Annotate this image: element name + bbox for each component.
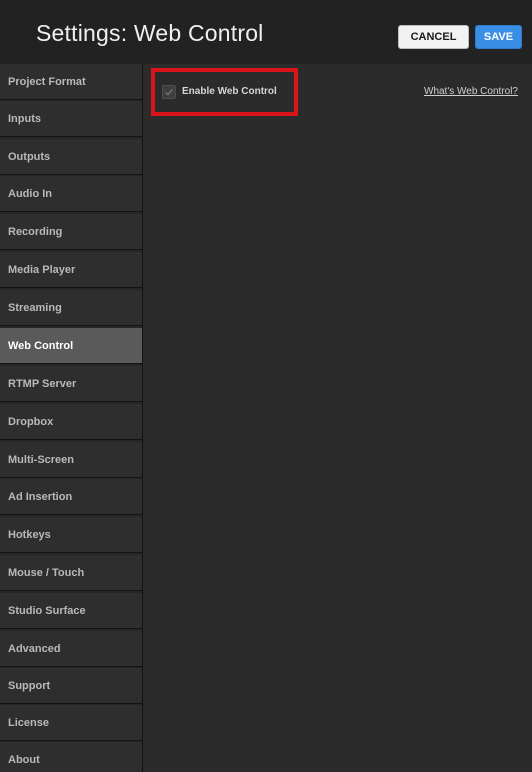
sidebar-item-license[interactable]: License	[0, 705, 142, 741]
page-title: Settings: Web Control	[36, 20, 264, 46]
sidebar-item-mouse-touch[interactable]: Mouse / Touch	[0, 555, 142, 591]
settings-window: Settings: Web Control CANCEL SAVE Projec…	[0, 0, 532, 772]
sidebar-item-project-format[interactable]: Project Format	[0, 64, 142, 100]
settings-sidebar: Project Format Inputs Outputs Audio In R…	[0, 64, 143, 772]
sidebar-item-inputs[interactable]: Inputs	[0, 101, 142, 137]
sidebar-item-web-control[interactable]: Web Control	[0, 328, 142, 364]
sidebar-item-multi-screen[interactable]: Multi-Screen	[0, 442, 142, 478]
settings-content	[143, 64, 532, 772]
cancel-button[interactable]: CANCEL	[398, 25, 469, 49]
settings-header: Settings: Web Control CANCEL SAVE	[0, 0, 532, 64]
checkmark-icon	[164, 88, 174, 96]
sidebar-item-audio-in[interactable]: Audio In	[0, 176, 142, 212]
sidebar-item-dropbox[interactable]: Dropbox	[0, 404, 142, 440]
sidebar-item-ad-insertion[interactable]: Ad Insertion	[0, 479, 142, 515]
sidebar-item-recording[interactable]: Recording	[0, 214, 142, 250]
sidebar-item-streaming[interactable]: Streaming	[0, 290, 142, 326]
sidebar-item-rtmp-server[interactable]: RTMP Server	[0, 366, 142, 402]
sidebar-item-support[interactable]: Support	[0, 668, 142, 704]
save-button[interactable]: SAVE	[475, 25, 522, 49]
sidebar-item-studio-surface[interactable]: Studio Surface	[0, 593, 142, 629]
sidebar-item-about[interactable]: About	[0, 742, 142, 772]
sidebar-item-advanced[interactable]: Advanced	[0, 631, 142, 667]
enable-web-control-label[interactable]: Enable Web Control	[182, 86, 277, 97]
sidebar-item-hotkeys[interactable]: Hotkeys	[0, 517, 142, 553]
sidebar-item-media-player[interactable]: Media Player	[0, 252, 142, 288]
enable-web-control-checkbox[interactable]	[162, 85, 176, 99]
sidebar-item-outputs[interactable]: Outputs	[0, 139, 142, 175]
whats-web-control-link[interactable]: What's Web Control?	[424, 86, 518, 97]
